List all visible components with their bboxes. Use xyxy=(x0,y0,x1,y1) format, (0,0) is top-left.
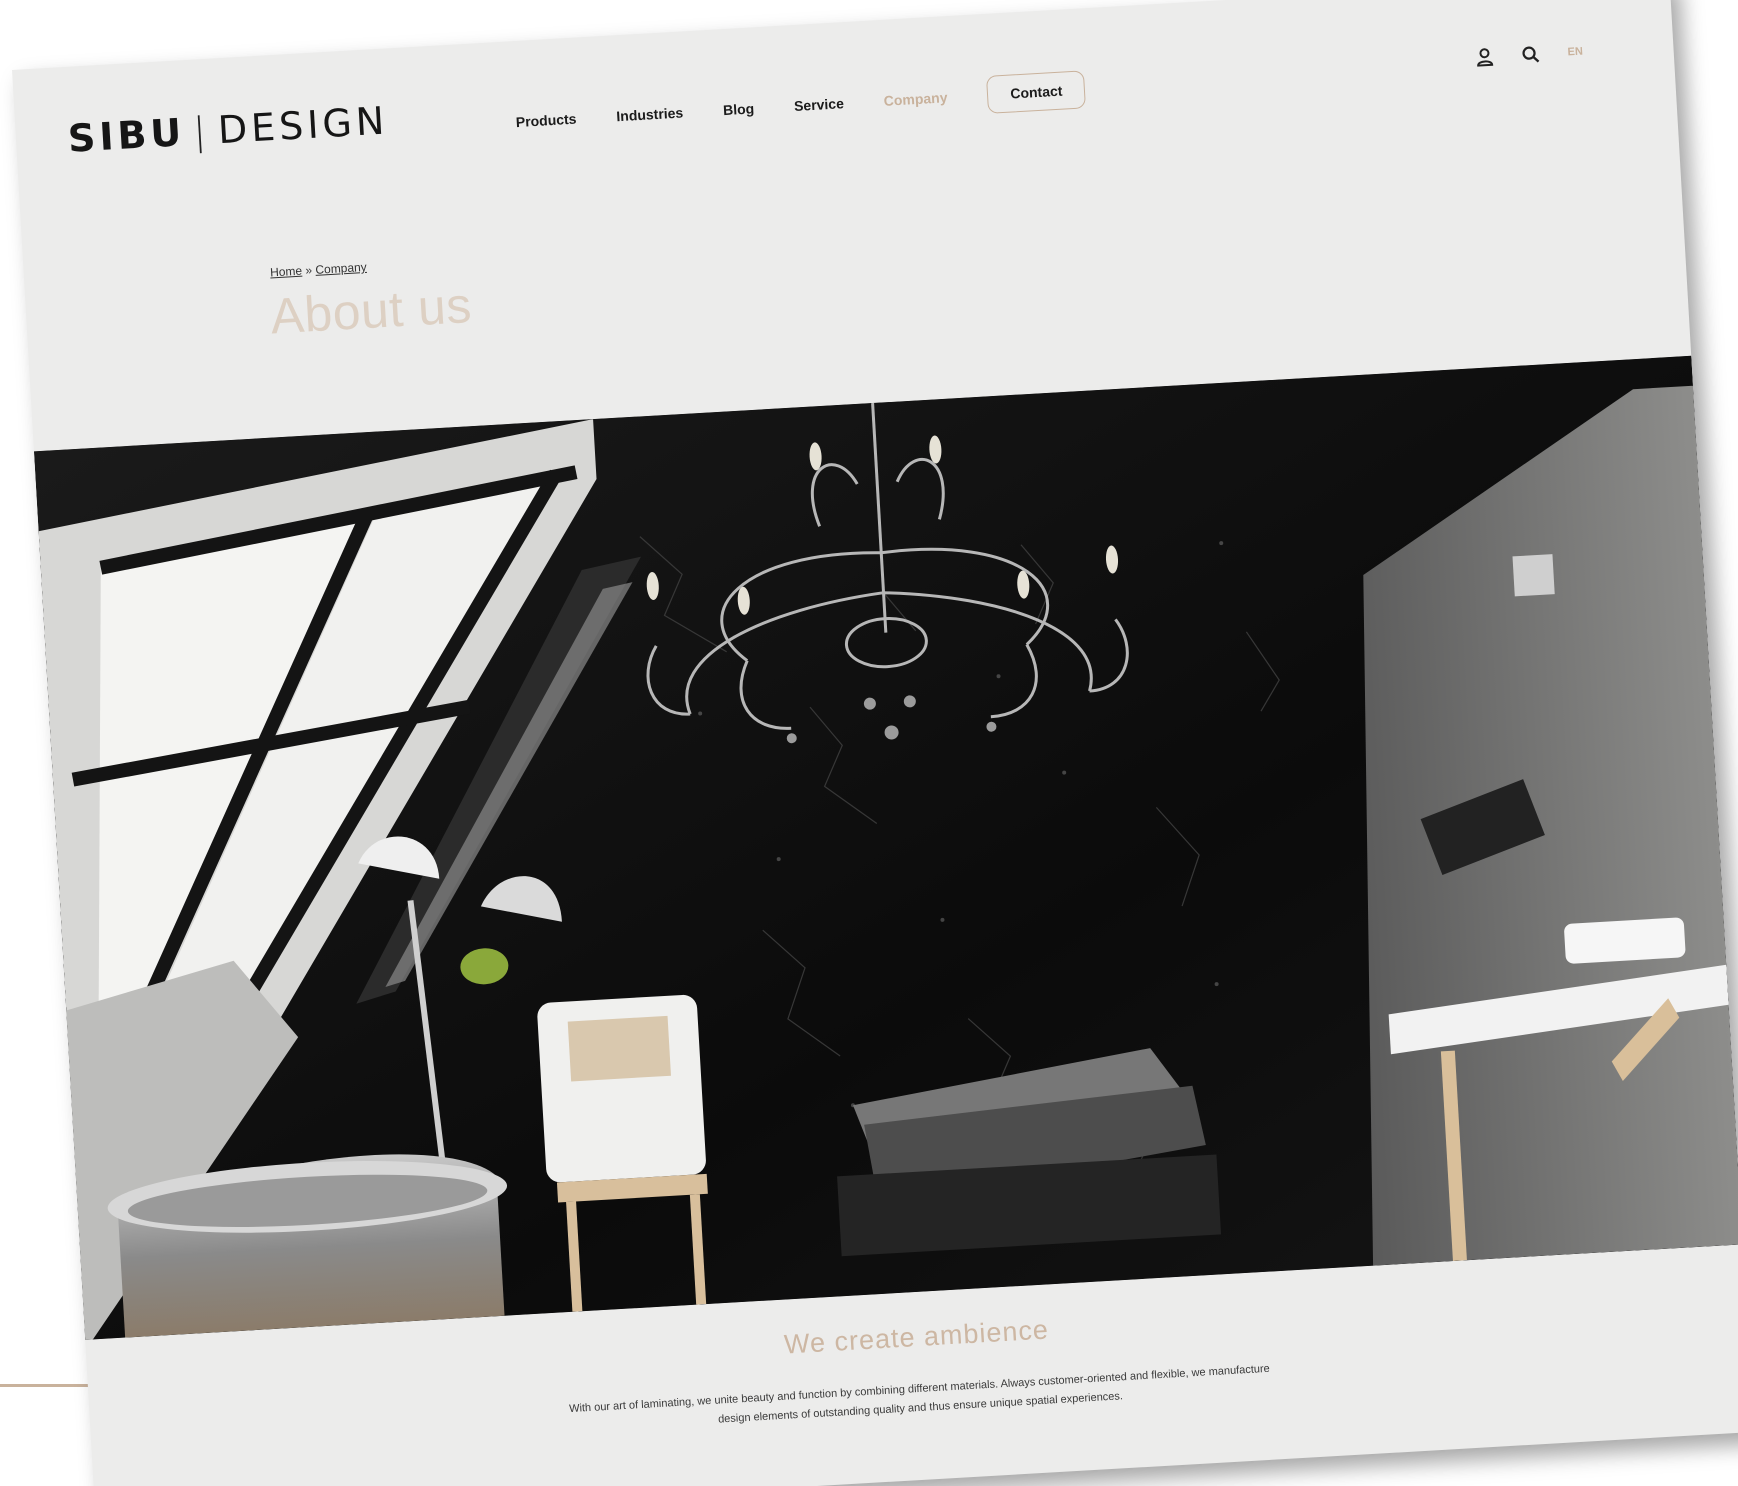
attic-bathroom-photo xyxy=(33,355,1738,1340)
contact-button[interactable]: Contact xyxy=(986,70,1087,114)
nav-item-company[interactable]: Company xyxy=(883,89,948,109)
logo-divider: | xyxy=(191,108,212,154)
logo-name-light: DESIGN xyxy=(216,98,390,153)
logo-name-bold: SIBU xyxy=(66,110,187,161)
hero-image xyxy=(33,355,1738,1340)
main-nav: Products Industries Blog Service Company… xyxy=(515,70,1087,141)
breadcrumb-current[interactable]: Company xyxy=(315,260,367,277)
page-title: About us xyxy=(269,276,474,345)
search-icon[interactable] xyxy=(1521,45,1540,64)
language-switch[interactable]: EN xyxy=(1567,46,1583,59)
breadcrumb: Home » Company xyxy=(270,260,367,280)
user-icon[interactable] xyxy=(1475,47,1494,68)
breadcrumb-separator: » xyxy=(304,263,313,278)
nav-item-service[interactable]: Service xyxy=(794,95,845,114)
nav-item-products[interactable]: Products xyxy=(515,111,577,130)
brand-logo[interactable]: SIBU | DESIGN xyxy=(67,98,390,160)
nav-item-industries[interactable]: Industries xyxy=(616,104,684,124)
nav-item-blog[interactable]: Blog xyxy=(723,100,755,118)
website-page: SIBU | DESIGN Products Industries Blog Ser… xyxy=(12,0,1738,1486)
section-body: With our art of laminating, we unite bea… xyxy=(520,1357,1321,1441)
utility-bar: EN xyxy=(1475,42,1583,68)
screenshot-stage: SIBU | DESIGN Products Industries Blog Ser… xyxy=(0,0,1738,1486)
breadcrumb-home[interactable]: Home xyxy=(270,264,303,280)
